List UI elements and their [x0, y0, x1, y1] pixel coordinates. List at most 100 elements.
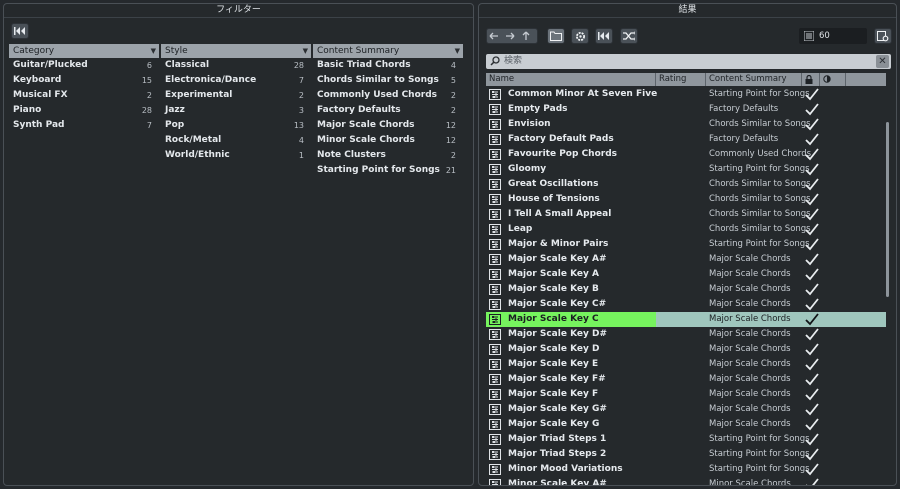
back-arrow-icon[interactable] [489, 32, 498, 40]
result-row[interactable]: I Tell A Small Appeal Chords Similar to S… [486, 207, 886, 222]
result-content-summary: Starting Point for Songs [709, 164, 810, 174]
up-arrow-icon[interactable] [522, 31, 530, 40]
folder-icon [550, 31, 562, 41]
result-row[interactable]: Major Triad Steps 2 Starting Point for So… [486, 447, 886, 462]
result-row[interactable]: Minor Scale Key A# Minor Scale Chords [486, 477, 886, 485]
result-row[interactable]: Major Scale Key D# Major Scale Chords [486, 327, 886, 342]
result-name: Common Minor At Seven Five [508, 89, 658, 99]
filter-item-count: 28 [293, 61, 304, 70]
result-row[interactable]: Envision Chords Similar to Songs [486, 117, 886, 132]
result-content-summary: Major Scale Chords [709, 374, 791, 384]
filter-item[interactable]: Minor Scale Chords 12 [313, 133, 464, 148]
result-content-summary: Major Scale Chords [709, 389, 791, 399]
filter-item-count: 5 [450, 76, 456, 85]
result-row[interactable]: Major Scale Key A Major Scale Chords [486, 267, 886, 282]
result-name: Major Scale Key D [508, 344, 600, 354]
checkmark-icon [805, 433, 819, 446]
scrollbar[interactable] [886, 122, 889, 297]
filter-item[interactable]: Factory Defaults 2 [313, 103, 464, 118]
filter-item[interactable]: Guitar/Plucked 6 [9, 58, 160, 73]
column-header-content-summary[interactable]: Content Summary [706, 73, 802, 86]
column-header-name[interactable]: Name [486, 73, 656, 86]
settings-button[interactable] [571, 28, 589, 44]
dropdown-arrow-icon: ▼ [302, 47, 308, 55]
result-row[interactable]: House of Tensions Chords Similar to Songs [486, 192, 886, 207]
result-name: Leap [508, 224, 533, 234]
filter-item[interactable]: Chords Similar to Songs 5 [313, 73, 464, 88]
filter-item[interactable]: World/Ethnic 1 [161, 148, 312, 163]
result-row[interactable]: Factory Default Pads Factory Defaults [486, 132, 886, 147]
filter-item[interactable]: Experimental 2 [161, 88, 312, 103]
filter-item[interactable]: Musical FX 2 [9, 88, 160, 103]
checkmark-icon [805, 358, 819, 371]
filter-item[interactable]: Major Scale Chords 12 [313, 118, 464, 133]
column-header-status[interactable] [820, 73, 846, 86]
filter-item[interactable]: Jazz 3 [161, 103, 312, 118]
shuffle-button[interactable] [620, 28, 638, 44]
folder-button[interactable] [547, 28, 565, 44]
filter-item[interactable]: Commonly Used Chords 2 [313, 88, 464, 103]
lock-icon [805, 74, 813, 84]
result-row[interactable]: Common Minor At Seven Five Starting Point… [486, 87, 886, 102]
result-row[interactable]: Major Scale Key F# Major Scale Chords [486, 372, 886, 387]
result-content-summary: Factory Defaults [709, 104, 779, 114]
result-row[interactable]: Empty Pads Factory Defaults [486, 102, 886, 117]
chord-pad-icon [489, 359, 501, 370]
reset-results-button[interactable] [595, 28, 613, 44]
result-row[interactable]: Major Scale Key A# Major Scale Chords [486, 252, 886, 267]
filter-item[interactable]: Rock/Metal 4 [161, 133, 312, 148]
result-row[interactable]: Major Scale Key F Major Scale Chords [486, 387, 886, 402]
result-row[interactable]: Major Triad Steps 1 Starting Point for So… [486, 432, 886, 447]
filter-item[interactable]: Synth Pad 7 [9, 118, 160, 133]
filter-item-count: 12 [445, 136, 456, 145]
search-input[interactable]: 検索 [504, 54, 522, 69]
result-row[interactable]: Major Scale Key B Major Scale Chords [486, 282, 886, 297]
result-row[interactable]: Leap Chords Similar to Songs [486, 222, 886, 237]
result-content-summary: Chords Similar to Songs [709, 194, 811, 204]
filter-column-header[interactable]: Category ▼ [9, 44, 160, 58]
filter-item-count: 2 [450, 151, 456, 160]
filter-item[interactable]: Starting Point for Songs 21 [313, 163, 464, 178]
result-row[interactable]: Major Scale Key E Major Scale Chords [486, 357, 886, 372]
filter-item[interactable]: Electronica/Dance 7 [161, 73, 312, 88]
filter-item[interactable]: Keyboard 15 [9, 73, 160, 88]
result-content-summary: Factory Defaults [709, 134, 779, 144]
forward-arrow-icon[interactable] [506, 32, 515, 40]
result-row[interactable]: Major Scale Key G# Major Scale Chords [486, 402, 886, 417]
clear-search-icon[interactable]: ✕ [876, 55, 889, 68]
result-row[interactable]: Major & Minor Pairs Starting Point for So… [486, 237, 886, 252]
result-content-summary: Minor Scale Chords [709, 479, 791, 485]
column-settings-button[interactable] [874, 28, 892, 44]
filter-item-count: 2 [450, 106, 456, 115]
reset-filter-button[interactable] [11, 23, 29, 39]
results-panel: 結果 60 検索 ✕ Name Rating Content Summary C… [478, 3, 897, 486]
checkmark-icon [805, 283, 819, 296]
result-content-summary: Major Scale Chords [709, 419, 791, 429]
result-content-summary: Starting Point for Songs [709, 449, 810, 459]
nav-arrows [489, 31, 530, 40]
filter-item[interactable]: Basic Triad Chords 4 [313, 58, 464, 73]
search-field[interactable]: 検索 ✕ [486, 54, 891, 69]
filter-column-header[interactable]: Content Summary ▼ [313, 44, 464, 58]
checkmark-icon [805, 118, 819, 131]
filter-panel-title: フィルター [216, 5, 261, 15]
result-row[interactable]: Major Scale Key D Major Scale Chords [486, 342, 886, 357]
result-row[interactable]: Favourite Pop Chords Commonly Used Chords [486, 147, 886, 162]
filter-item[interactable]: Classical 28 [161, 58, 312, 73]
filter-item-label: Major Scale Chords [317, 120, 415, 130]
result-content-summary: Major Scale Chords [709, 404, 791, 414]
filter-item[interactable]: Note Clusters 2 [313, 148, 464, 163]
chord-pad-icon [489, 344, 501, 355]
result-row[interactable]: Major Scale Key C# Major Scale Chords [486, 297, 886, 312]
column-header-rating[interactable]: Rating [656, 73, 706, 86]
filter-item[interactable]: Pop 13 [161, 118, 312, 133]
column-header-lock[interactable] [802, 73, 820, 86]
result-row[interactable]: Major Scale Key G Major Scale Chords [486, 417, 886, 432]
result-row[interactable]: Minor Mood Variations Starting Point for … [486, 462, 886, 477]
result-row[interactable]: Gloomy Starting Point for Songs [486, 162, 886, 177]
result-row[interactable]: Great Oscillations Chords Similar to Song… [486, 177, 886, 192]
filter-item[interactable]: Piano 28 [9, 103, 160, 118]
chord-pad-icon [489, 329, 501, 340]
result-row[interactable]: Major Scale Key C Major Scale Chords [486, 312, 886, 327]
filter-column-header[interactable]: Style ▼ [161, 44, 312, 58]
